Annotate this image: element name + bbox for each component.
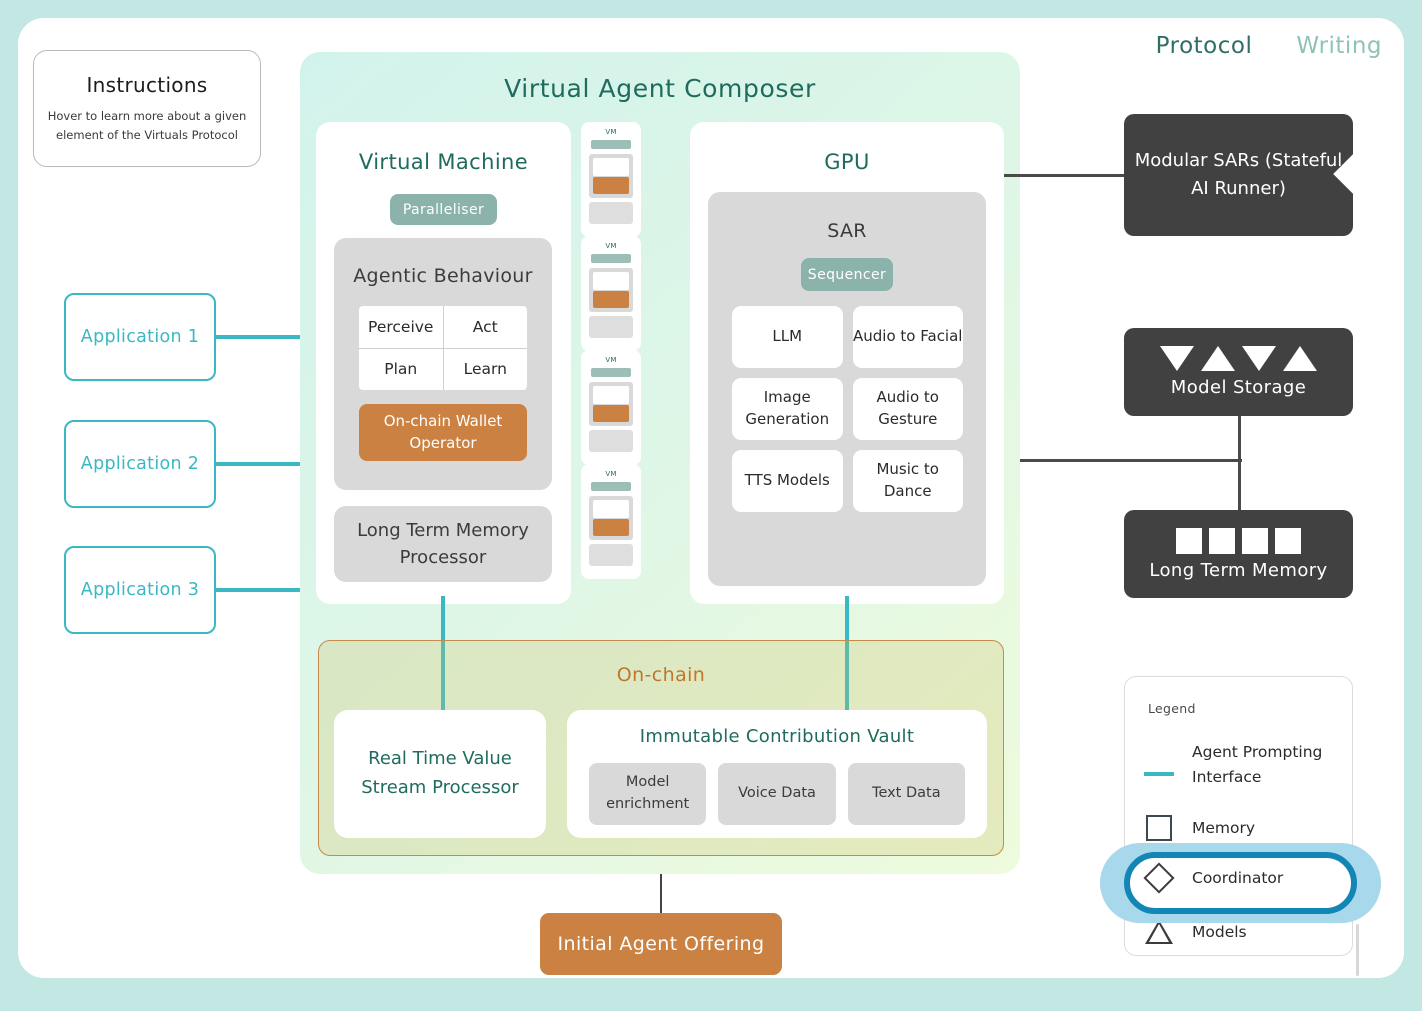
legend-item-label: Models (1192, 923, 1247, 941)
model-image-generation[interactable]: Image Generation (732, 378, 843, 440)
gpu-to-memory-connector (1020, 459, 1242, 462)
vault-item-model-enrichment[interactable]: Model enrichment (589, 763, 707, 825)
square-icon (1142, 815, 1176, 841)
storage-to-memory-connector (1238, 414, 1241, 512)
instructions-title: Instructions (86, 72, 208, 97)
mini-vm-slot (593, 500, 629, 518)
triangle-down-icon (1242, 346, 1276, 371)
triangle-down-icon (1160, 346, 1194, 371)
mini-vm-slot (593, 158, 629, 176)
instructions-body: Hover to learn more about a given elemen… (47, 108, 247, 142)
agentic-cell-act[interactable]: Act (443, 306, 527, 348)
immutable-contribution-vault-title: Immutable Contribution Vault (639, 726, 915, 747)
diamond-icon (1142, 862, 1176, 894)
mini-vm-card-2[interactable]: VM (581, 236, 641, 351)
mini-vm-pill (591, 482, 631, 491)
legend-item-memory[interactable]: Memory (1142, 815, 1337, 841)
agentic-cell-learn[interactable]: Learn (443, 348, 527, 390)
vault-item-voice-data[interactable]: Voice Data (718, 763, 836, 825)
model-storage-box[interactable]: Model Storage (1124, 328, 1353, 416)
sequencer-pill[interactable]: Sequencer (801, 258, 893, 291)
nav-item-protocol[interactable]: Protocol (1156, 33, 1253, 59)
initial-agent-offering-button[interactable]: Initial Agent Offering (540, 913, 782, 975)
mini-vm-slot (593, 272, 629, 290)
instructions-card: Instructions Hover to learn more about a… (33, 50, 261, 167)
application-2-connector (216, 462, 306, 466)
app-canvas: Protocol Writing Instructions Hover to l… (0, 0, 1422, 1011)
mini-vm-pill (591, 368, 631, 377)
mini-vm-footer (589, 316, 633, 338)
vault-item-text-data[interactable]: Text Data (847, 763, 965, 825)
application-1-box[interactable]: Application 1 (64, 293, 216, 381)
initial-agent-offering-connector (660, 874, 662, 914)
mini-vm-card-4[interactable]: VM (581, 464, 641, 579)
scrollbar[interactable] (1356, 924, 1359, 976)
modular-sars-box[interactable]: Modular SARs (Stateful AI Runner) (1124, 114, 1353, 236)
gpu-to-sars-connector (1004, 174, 1126, 177)
paralleliser-pill[interactable]: Paralleliser (390, 194, 497, 225)
mini-vm-card-3[interactable]: VM (581, 350, 641, 465)
agentic-behaviour-grid: Perceive Act Plan Learn (359, 306, 527, 390)
legend-item-coordinator[interactable]: Coordinator (1142, 862, 1337, 894)
mini-vm-wallet-slot (593, 291, 629, 308)
model-llm[interactable]: LLM (732, 306, 843, 368)
mini-vm-footer (589, 202, 633, 224)
legend-item-agent-prompting-interface[interactable]: Agent Prompting Interface (1142, 740, 1337, 790)
composer-title: Virtual Agent Composer (504, 74, 816, 103)
long-term-memory-label: Long Term Memory (1149, 559, 1328, 581)
application-1-connector (216, 335, 306, 339)
sar-title: SAR (827, 220, 867, 242)
mini-vm-wallet-slot (593, 405, 629, 422)
model-storage-triangles (1160, 346, 1317, 371)
application-3-box[interactable]: Application 3 (64, 546, 216, 634)
legend-item-models[interactable]: Models (1142, 920, 1337, 945)
legend-item-label: Memory (1192, 818, 1256, 837)
model-audio-to-gesture[interactable]: Audio to Gesture (852, 378, 963, 440)
triangle-up-icon (1283, 346, 1317, 371)
application-3-connector (216, 588, 306, 592)
nav-item-writing[interactable]: Writing (1296, 33, 1382, 59)
mini-vm-slot (593, 386, 629, 404)
legend-item-label: Agent Prompting Interface (1192, 743, 1323, 786)
square-icon (1275, 527, 1301, 554)
vault-item-grid: Model enrichment Voice Data Text Data (589, 763, 965, 825)
mini-vm-footer (589, 430, 633, 452)
real-time-value-stream-processor-box[interactable]: Real Time Value Stream Processor (334, 710, 546, 838)
long-term-memory-box[interactable]: Long Term Memory (1124, 510, 1353, 598)
model-audio-to-facial[interactable]: Audio to Facial (852, 306, 963, 368)
mini-vm-pill (591, 140, 631, 149)
model-storage-label: Model Storage (1170, 377, 1307, 398)
agentic-cell-plan[interactable]: Plan (359, 348, 443, 390)
long-term-memory-squares (1176, 527, 1301, 554)
on-chain-wallet-operator-box[interactable]: On-chain Wallet Operator (359, 404, 527, 461)
model-tts-models[interactable]: TTS Models (732, 450, 843, 512)
triangle-up-icon (1201, 346, 1235, 371)
onchain-title: On-chain (616, 664, 706, 686)
mini-vm-card-1[interactable]: VM (581, 122, 641, 237)
triangle-icon (1142, 920, 1176, 945)
mini-vm-label: VM (605, 242, 617, 250)
mini-vm-pill (591, 254, 631, 263)
mini-vm-wallet-slot (593, 177, 629, 194)
mini-vm-footer (589, 544, 633, 566)
square-icon (1209, 527, 1235, 554)
top-navigation: Protocol Writing (1156, 33, 1382, 59)
agentic-behaviour-title: Agentic Behaviour (353, 265, 533, 287)
square-icon (1176, 527, 1202, 554)
mini-vm-wallet-slot (593, 519, 629, 536)
mini-vm-label: VM (605, 356, 617, 364)
long-term-memory-processor-box[interactable]: Long Term Memory Processor (334, 506, 552, 582)
square-icon (1242, 527, 1268, 554)
gpu-title: GPU (824, 150, 870, 174)
application-2-box[interactable]: Application 2 (64, 420, 216, 508)
mini-vm-label: VM (605, 470, 617, 478)
agentic-cell-perceive[interactable]: Perceive (359, 306, 443, 348)
virtual-machine-title: Virtual Machine (358, 150, 529, 174)
legend-item-label: Coordinator (1192, 869, 1284, 887)
sar-model-grid: LLM Audio to Facial Image Generation Aud… (732, 306, 963, 512)
model-music-to-dance[interactable]: Music to Dance (852, 450, 963, 512)
line-icon (1142, 754, 1176, 776)
mini-vm-label: VM (605, 128, 617, 136)
legend-title: Legend (1148, 701, 1196, 716)
